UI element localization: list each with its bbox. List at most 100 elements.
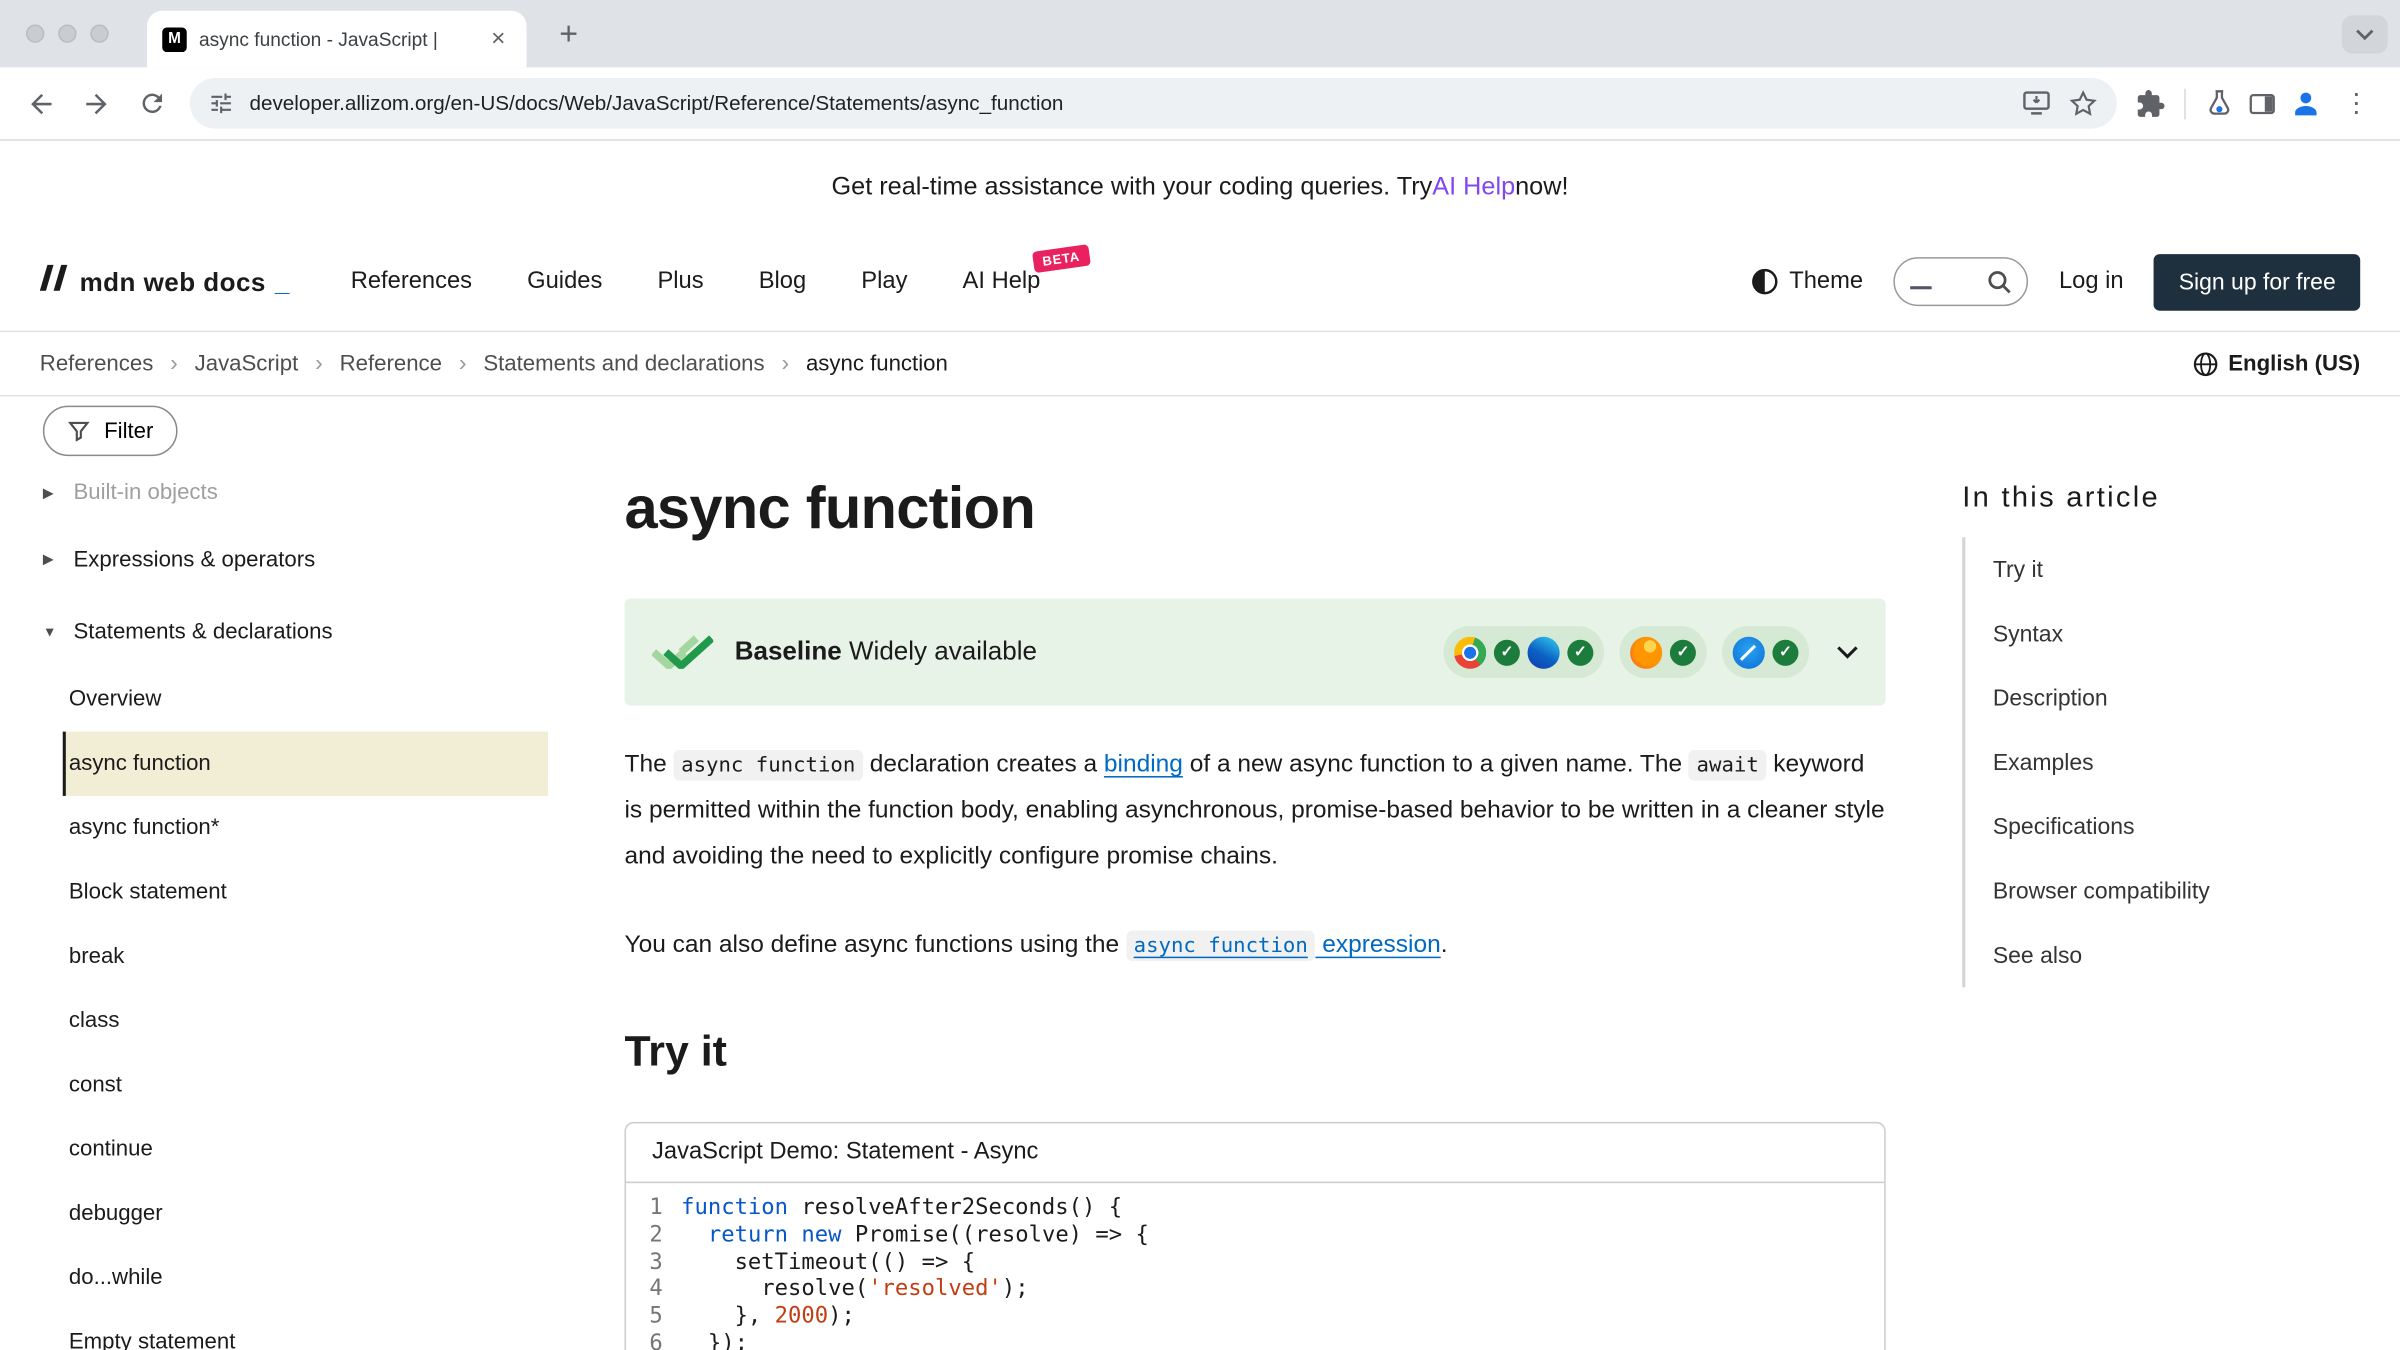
toolbar-actions: ⋮: [2129, 87, 2385, 119]
back-arrow-icon: [26, 88, 57, 119]
sidebar-item-async-function-star[interactable]: async function*: [63, 796, 548, 860]
line-number: 1: [626, 1195, 681, 1222]
toc-item-try-it[interactable]: Try it: [1965, 537, 2369, 601]
nav-references[interactable]: References: [351, 268, 472, 296]
tab-search-button[interactable]: [2342, 15, 2388, 53]
beaker-icon[interactable]: [2204, 88, 2235, 119]
sidebar-section-expressions[interactable]: ▶ Expressions & operators: [43, 523, 548, 595]
main-nav: References Guides Plus Blog Play AI Help…: [351, 268, 1041, 296]
breadcrumb-references[interactable]: References: [40, 351, 154, 375]
support-pill-safari: ✓: [1722, 626, 1809, 678]
minimize-window-button[interactable]: [58, 24, 76, 42]
globe-icon: [2193, 351, 2217, 375]
nav-ai-help-label: AI Help: [963, 268, 1041, 294]
toc-item-examples[interactable]: Examples: [1965, 730, 2369, 794]
code-editor[interactable]: 1 function resolveAfter2Seconds() { 2 re…: [626, 1183, 1884, 1350]
expanded-triangle-icon: ▼: [43, 624, 58, 639]
binding-link[interactable]: binding: [1104, 752, 1183, 778]
filter-button[interactable]: Filter: [43, 406, 178, 457]
new-tab-button[interactable]: +: [548, 14, 589, 55]
extensions-icon[interactable]: [2135, 88, 2166, 119]
filter-label: Filter: [104, 419, 153, 443]
sidebar-item-do-while[interactable]: do...while: [63, 1246, 548, 1310]
baseline-banner: Baseline Widely available ✓ ✓ ✓ ✓: [624, 598, 1885, 705]
sidebar-item-async-function[interactable]: async function: [63, 732, 548, 796]
locale-label: English (US): [2228, 351, 2360, 375]
try-it-heading: Try it: [624, 1027, 1885, 1076]
line-number: 5: [626, 1304, 681, 1331]
tune-icon[interactable]: [208, 90, 234, 116]
filter-funnel-icon: [67, 419, 90, 442]
mdn-favicon-icon: M: [162, 27, 186, 51]
close-window-button[interactable]: [26, 24, 44, 42]
page-content: Filter ▶ Built-in objects ▶ Expressions …: [0, 396, 2400, 1350]
chevron-down-icon: [2356, 28, 2374, 40]
search-input[interactable]: [1894, 257, 2029, 306]
sidebar-item-continue[interactable]: continue: [63, 1117, 548, 1181]
bookmark-star-icon[interactable]: [2068, 88, 2099, 119]
mdn-logo[interactable]: mdn web docs_: [40, 265, 290, 299]
nav-guides[interactable]: Guides: [527, 268, 602, 296]
url-bar[interactable]: developer.allizom.org/en-US/docs/Web/Jav…: [190, 78, 2117, 129]
sidebar-item-debugger[interactable]: debugger: [63, 1182, 548, 1246]
nav-plus[interactable]: Plus: [657, 268, 703, 296]
code-line: 5 }, 2000);: [626, 1304, 1884, 1331]
tab-title: async function - JavaScript |: [199, 28, 473, 49]
back-button[interactable]: [15, 77, 67, 129]
sidebar-item-built-in-objects[interactable]: ▶ Built-in objects: [43, 462, 548, 523]
toc-item-browser-compatibility[interactable]: Browser compatibility: [1965, 859, 2369, 923]
reload-button[interactable]: [126, 77, 178, 129]
line-number: 3: [626, 1250, 681, 1277]
signup-button[interactable]: Sign up for free: [2154, 253, 2360, 310]
window-controls: [0, 24, 136, 42]
ai-help-link[interactable]: AI Help: [1432, 172, 1515, 201]
toolbar-separator: [2184, 88, 2186, 119]
article: async function Baseline Widely available…: [624, 396, 1885, 1350]
collapsed-triangle-icon: ▶: [43, 484, 58, 501]
sidebar-item-class[interactable]: class: [63, 989, 548, 1053]
sidebar-item-break[interactable]: break: [63, 924, 548, 988]
async-function-expression-link[interactable]: async function expression: [1126, 932, 1441, 958]
browser-support-indicators: ✓ ✓ ✓ ✓: [1443, 626, 1858, 678]
side-panel-icon[interactable]: [2247, 88, 2278, 119]
promo-banner: Get real-time assistance with your codin…: [0, 141, 2400, 233]
check-icon: ✓: [1670, 639, 1696, 665]
logo-text: mdn web docs: [80, 268, 266, 299]
line-number: 4: [626, 1277, 681, 1304]
sidebar-item-const[interactable]: const: [63, 1053, 548, 1117]
sidebar-item-empty-statement[interactable]: Empty statement: [63, 1310, 548, 1350]
nav-ai-help[interactable]: AI HelpBETA: [963, 268, 1041, 296]
tab-strip: M async function - JavaScript | × +: [0, 0, 2400, 67]
zoom-window-button[interactable]: [90, 24, 108, 42]
toc-item-specifications[interactable]: Specifications: [1965, 794, 2369, 858]
code-line: 4 resolve('resolved');: [626, 1277, 1884, 1304]
install-icon[interactable]: [2020, 87, 2052, 119]
breadcrumb-javascript[interactable]: JavaScript: [170, 351, 298, 377]
toc-item-syntax[interactable]: Syntax: [1965, 602, 2369, 666]
nav-play[interactable]: Play: [861, 268, 907, 296]
sidebar-item-block-statement[interactable]: Block statement: [63, 860, 548, 924]
breadcrumb-reference[interactable]: Reference: [315, 351, 442, 377]
tab-close-icon[interactable]: ×: [485, 27, 511, 51]
forward-button[interactable]: [70, 77, 122, 129]
sidebar-section-statements[interactable]: ▼ Statements & declarations: [43, 595, 548, 667]
nav-blog[interactable]: Blog: [759, 268, 806, 296]
sidebar-section-label: Expressions & operators: [73, 547, 315, 571]
browser-tab[interactable]: M async function - JavaScript | ×: [147, 11, 527, 68]
second-paragraph: You can also define async functions usin…: [624, 923, 1885, 969]
sidebar-item-label: Built-in objects: [73, 481, 217, 505]
intro-paragraph: The async function declaration creates a…: [624, 742, 1885, 880]
chrome-icon: [1454, 636, 1486, 668]
language-selector[interactable]: English (US): [2193, 351, 2360, 375]
inline-code: await: [1689, 750, 1767, 781]
promo-text-prefix: Get real-time assistance with your codin…: [832, 172, 1433, 201]
theme-toggle[interactable]: Theme: [1751, 268, 1863, 296]
breadcrumb-statements[interactable]: Statements and declarations: [459, 351, 765, 377]
toc-item-description[interactable]: Description: [1965, 666, 2369, 730]
toc-item-see-also[interactable]: See also: [1965, 923, 2369, 987]
browser-menu-icon[interactable]: ⋮: [2334, 88, 2378, 119]
chevron-down-icon[interactable]: [1837, 645, 1858, 659]
profile-avatar-icon[interactable]: [2290, 87, 2322, 119]
sidebar-item-overview[interactable]: Overview: [63, 667, 548, 731]
login-link[interactable]: Log in: [2059, 268, 2124, 296]
